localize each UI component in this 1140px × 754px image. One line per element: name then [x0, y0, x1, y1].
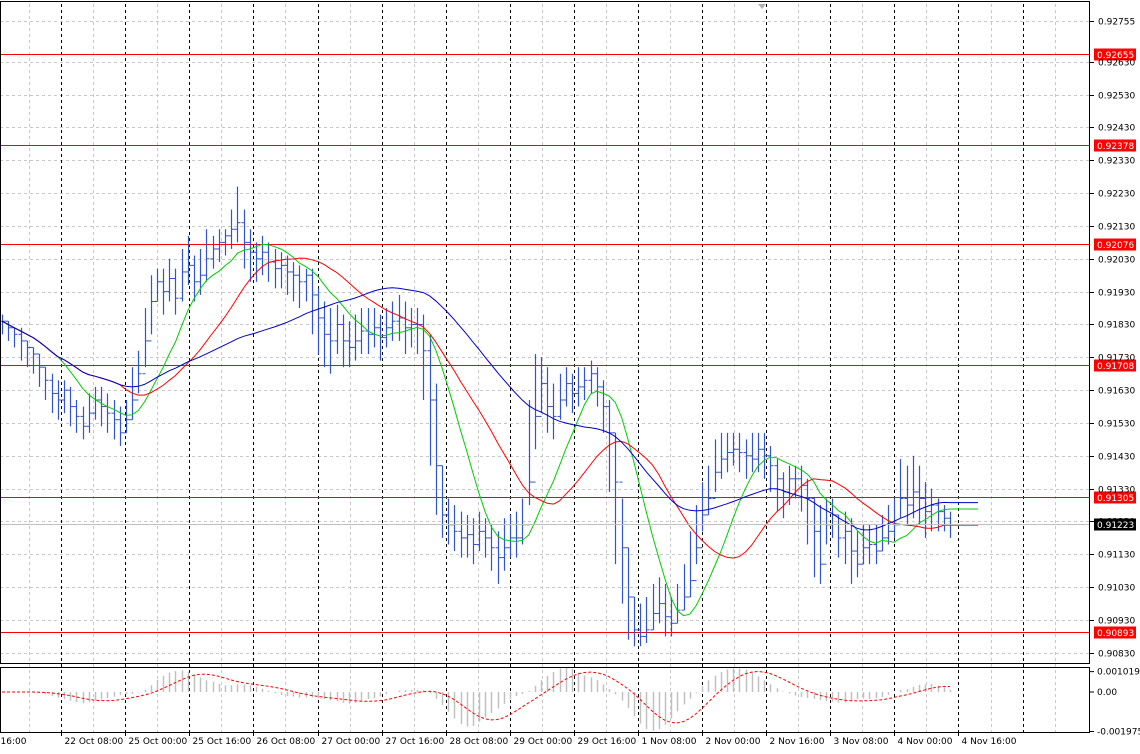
osc-tick-label: -0.001975: [1097, 728, 1140, 738]
level-price-label: 0.91708: [1097, 362, 1134, 372]
price-axis: 0.92755 0.92630 0.92530 0.92430 0.92330 0.922…: [0, 18, 1136, 660]
time-tick-label: 3 Nov 08:00: [834, 737, 889, 747]
price-tick-label: 0.91430: [1098, 453, 1135, 463]
moving-averages: [1, 243, 978, 617]
level-price-label: 0.92076: [1097, 241, 1134, 251]
price-tick-label: 0.91730: [1098, 354, 1135, 364]
price-tick-label: 0.90930: [1098, 617, 1135, 627]
price-tick-label: 0.91630: [1098, 387, 1135, 397]
level-price-label: 0.92378: [1097, 142, 1134, 152]
time-tick-label: 25 Oct 16:00: [193, 737, 252, 747]
time-tick-label: 4 Nov 00:00: [898, 737, 953, 747]
time-tick-label: 29 Oct 00:00: [514, 737, 573, 747]
price-tick-label: 0.92430: [1098, 124, 1135, 134]
time-tick-label: 2 Nov 00:00: [706, 737, 761, 747]
time-tick-label: 16:00: [1, 737, 27, 747]
price-tick-label: 0.91830: [1098, 321, 1135, 331]
oscillator-pane: 0.001019 0.00 -0.001975: [2, 668, 1140, 738]
price-tick-label: 0.92130: [1098, 223, 1135, 233]
time-tick-label: 2 Nov 16:00: [770, 737, 825, 747]
price-tick-label: 0.92230: [1098, 190, 1135, 200]
price-tick-label: 0.91930: [1098, 289, 1135, 299]
horizontal-levels: 0.926550.923780.920760.917080.913050.908…: [0, 48, 1136, 639]
time-tick-label: 28 Oct 08:00: [450, 737, 509, 747]
time-tick-label: 22 Oct 08:00: [65, 737, 124, 747]
time-axis: 16:00 22 Oct 08:00 25 Oct 00:00 25 Oct 16:0…: [1, 732, 1017, 747]
price-tick-label: 0.90830: [1098, 650, 1135, 660]
price-chart[interactable]: 0.926550.923780.920760.917080.913050.908…: [0, 0, 1140, 754]
current-price-label: 0.91223: [1097, 521, 1134, 531]
price-tick-label: 0.91530: [1098, 420, 1135, 430]
moving-average-20: [1, 287, 978, 531]
price-tick-label: 0.91130: [1098, 551, 1135, 561]
level-price-label: 0.90893: [1097, 629, 1134, 639]
level-price-label: 0.91305: [1097, 494, 1134, 504]
time-tick-label: 26 Oct 08:00: [257, 737, 316, 747]
time-tick-label: 29 Oct 16:00: [578, 737, 637, 747]
price-tick-label: 0.92330: [1098, 157, 1135, 167]
chart-terminal: 0.92655 0.92378 0.92076 0.91708 0.91305 0.908…: [0, 0, 1140, 754]
time-tick-label: 27 Oct 00:00: [322, 737, 381, 747]
time-tick-label: 27 Oct 16:00: [386, 737, 445, 747]
price-bars: [0, 186, 954, 647]
price-tick-label: 0.92030: [1098, 256, 1135, 266]
price-tick-label: 0.92530: [1098, 92, 1135, 102]
grid: [0, 4, 1090, 732]
time-tick-label: 4 Nov 16:00: [962, 737, 1017, 747]
time-tick-label: 25 Oct 00:00: [129, 737, 188, 747]
moving-average-5: [1, 243, 978, 617]
shift-marker-icon[interactable]: [758, 4, 766, 9]
price-tick-label: 0.91030: [1098, 584, 1135, 594]
price-tick-label: 0.91330: [1098, 486, 1135, 496]
time-tick-label: 1 Nov 08:00: [642, 737, 697, 747]
osc-tick-label: 0.001019: [1097, 668, 1140, 678]
osc-tick-label: 0.00: [1097, 688, 1117, 698]
price-tick-label: 0.92630: [1098, 59, 1135, 69]
price-tick-label: 0.92755: [1098, 18, 1135, 28]
